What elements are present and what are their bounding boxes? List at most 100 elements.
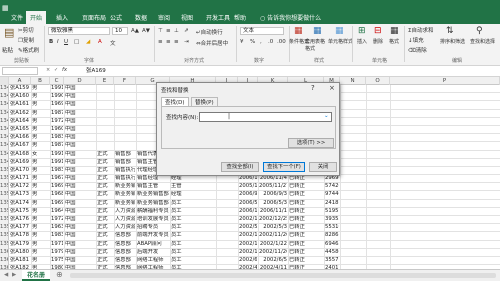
- table-cell[interactable]: 张A172: [10, 183, 30, 191]
- table-cell[interactable]: 1972/7/7: [51, 118, 63, 126]
- table-cell[interactable]: 已转正: [289, 224, 323, 232]
- table-cell[interactable]: 2002/12/25: [239, 216, 257, 224]
- table-cell[interactable]: 张A166: [10, 134, 30, 142]
- row-header[interactable]: 1361: [0, 256, 9, 265]
- table-cell[interactable]: 2002/6/5: [259, 257, 287, 265]
- table-cell[interactable]: 男: [32, 183, 49, 191]
- table-cell[interactable]: 2002/11/26: [259, 232, 287, 240]
- table-cell[interactable]: 35571: [325, 257, 339, 265]
- tab-data[interactable]: 数据: [135, 13, 147, 22]
- table-cell[interactable]: 员工: [171, 200, 215, 208]
- row-header[interactable]: 1343: [0, 109, 9, 118]
- table-cell[interactable]: 后端开发: [137, 249, 169, 257]
- row-header[interactable]: 1360: [0, 248, 9, 257]
- table-cell[interactable]: 中国: [65, 175, 95, 183]
- table-cell[interactable]: 销售经理: [137, 175, 169, 183]
- table-cell[interactable]: [217, 232, 237, 240]
- table-cell[interactable]: 2006/11/1: [259, 208, 287, 216]
- next-sheet-icon[interactable]: ▶: [12, 272, 16, 278]
- table-cell[interactable]: 正式: [97, 175, 113, 183]
- percent-button[interactable]: %: [250, 39, 255, 45]
- sheet-tab-roster[interactable]: 花名册: [22, 270, 51, 281]
- table-cell[interactable]: 中国: [65, 183, 95, 191]
- table-format-icon[interactable]: ▦: [313, 26, 322, 36]
- font-size-select[interactable]: 10: [112, 27, 128, 35]
- table-cell[interactable]: 张A170: [10, 167, 30, 175]
- align-top-icon[interactable]: ⊤: [158, 28, 163, 34]
- table-cell[interactable]: 39355: [325, 216, 339, 224]
- table-cell[interactable]: 1983/3/30: [51, 134, 63, 142]
- table-cell[interactable]: 员工: [171, 208, 215, 216]
- row-header[interactable]: 1354: [0, 199, 9, 208]
- row-header[interactable]: 1352: [0, 183, 9, 192]
- table-cell[interactable]: 中国: [65, 216, 95, 224]
- cell-styles-button[interactable]: 单元格样式: [328, 38, 353, 45]
- table-cell[interactable]: 中国: [65, 93, 95, 101]
- fill-button[interactable]: ↓填充: [408, 36, 424, 44]
- table-cell[interactable]: 新业务销售部: [137, 200, 169, 208]
- italic-button[interactable]: I: [57, 39, 59, 45]
- insert-cells-button[interactable]: 插入: [357, 38, 367, 45]
- tab-formulas[interactable]: 公式: [110, 13, 122, 22]
- table-cell[interactable]: 正式: [97, 249, 113, 257]
- table-cell[interactable]: 张A175: [10, 208, 30, 216]
- table-cell[interactable]: 张A167: [10, 142, 30, 150]
- table-cell[interactable]: [115, 93, 135, 101]
- table-cell[interactable]: 2006/11/4: [259, 175, 287, 183]
- table-cell[interactable]: 已转正: [289, 249, 323, 257]
- table-cell[interactable]: 张A178: [10, 232, 30, 240]
- align-left-icon[interactable]: ≡: [158, 39, 163, 45]
- table-cell[interactable]: 员工: [171, 216, 215, 224]
- table-cell[interactable]: 中国: [65, 142, 95, 150]
- column-header[interactable]: A: [9, 77, 31, 85]
- help-icon[interactable]: ?: [311, 84, 315, 92]
- conditional-format-icon[interactable]: ▦: [294, 26, 303, 36]
- table-cell[interactable]: 新业务销售部经理: [137, 191, 169, 199]
- grow-font-icon[interactable]: A▲: [131, 28, 139, 34]
- table-cell[interactable]: 已转正: [289, 200, 323, 208]
- table-cell[interactable]: 正式: [97, 232, 113, 240]
- table-cell[interactable]: 2002/5/3: [239, 224, 257, 232]
- align-middle-icon[interactable]: ≡: [166, 28, 171, 34]
- border-icon[interactable]: □: [74, 39, 79, 45]
- table-cell[interactable]: 1975/6/5: [51, 257, 63, 265]
- table-cell[interactable]: 男: [32, 134, 49, 142]
- table-cell[interactable]: 男: [32, 85, 49, 93]
- table-cell[interactable]: 张A160: [10, 93, 30, 101]
- select-all-corner[interactable]: [0, 77, 9, 85]
- table-cell[interactable]: 张A165: [10, 126, 30, 134]
- table-cell[interactable]: 正式: [97, 167, 113, 175]
- format-as-table-button[interactable]: 套用表格格式: [305, 38, 329, 52]
- align-right-icon[interactable]: ≡: [174, 39, 179, 45]
- table-cell[interactable]: 经理: [171, 191, 215, 199]
- table-cell[interactable]: 已转正: [289, 257, 323, 265]
- table-cell[interactable]: 已转正: [289, 191, 323, 199]
- table-cell[interactable]: [217, 183, 237, 191]
- table-cell[interactable]: 中国: [65, 159, 95, 167]
- table-cell[interactable]: 2006/9/3: [259, 191, 287, 199]
- table-cell[interactable]: [115, 85, 135, 93]
- table-cell[interactable]: 中国: [65, 224, 95, 232]
- table-cell[interactable]: [115, 118, 135, 126]
- table-cell[interactable]: 1990/11/29: [51, 93, 63, 101]
- phonetic-icon[interactable]: 文: [110, 39, 116, 47]
- table-cell[interactable]: 29690: [325, 175, 339, 183]
- table-cell[interactable]: 1969/8/14: [51, 101, 63, 109]
- find-next-button[interactable]: 查找下一个(F): [263, 162, 305, 172]
- find-select-icon[interactable]: ⚲: [476, 26, 483, 36]
- table-cell[interactable]: 1969/5/3: [51, 200, 63, 208]
- table-cell[interactable]: 1991/9/15: [51, 159, 63, 167]
- underline-button[interactable]: U: [64, 39, 68, 45]
- find-all-button[interactable]: 查找全部(I): [221, 162, 259, 172]
- save-icon[interactable]: ▦: [2, 4, 9, 12]
- table-cell[interactable]: 2002/1/22: [259, 241, 287, 249]
- table-cell[interactable]: 男: [32, 216, 49, 224]
- table-cell[interactable]: 张A161: [10, 101, 30, 109]
- format-cells-button[interactable]: 格式: [389, 38, 399, 45]
- sort-filter-button[interactable]: 排序和筛选: [440, 38, 465, 45]
- table-cell[interactable]: 经理: [171, 175, 215, 183]
- table-cell[interactable]: 男: [32, 118, 49, 126]
- table-cell[interactable]: [217, 257, 237, 265]
- table-cell[interactable]: 信息部: [115, 257, 135, 265]
- table-cell[interactable]: 男: [32, 232, 49, 240]
